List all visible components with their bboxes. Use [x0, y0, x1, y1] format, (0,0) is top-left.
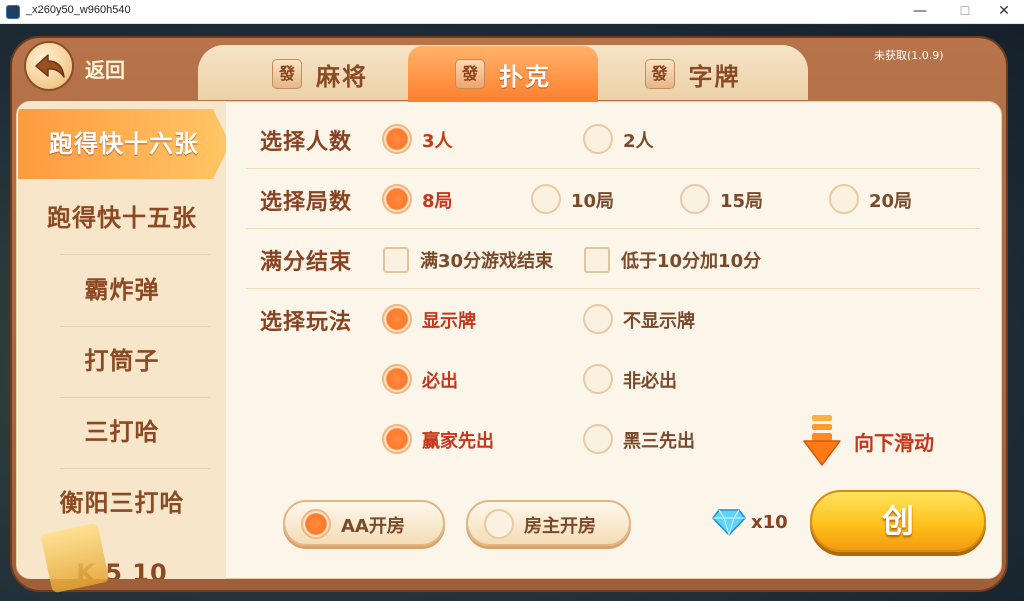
winner-first-label[interactable]: 赢家先出 [422, 427, 494, 453]
back-label[interactable]: 返回 [85, 54, 125, 83]
players-2-label[interactable]: 2人 [623, 127, 654, 153]
full-score-label: 满分结束 [260, 250, 353, 275]
spade-three-first-radio[interactable] [583, 424, 613, 454]
rounds-20-label[interactable]: 20局 [869, 187, 912, 213]
minimize-button[interactable]: — [900, 0, 940, 24]
mahjong-tile-icon: 發 [455, 59, 485, 89]
close-button[interactable]: ✕ [984, 0, 1024, 24]
tab-label: 扑克 [499, 62, 551, 91]
rounds-8-label[interactable]: 8局 [422, 187, 453, 213]
aa-room-option[interactable]: AA开房 [283, 500, 445, 546]
scroll-down-arrow-icon [803, 415, 841, 466]
hide-cards-radio[interactable] [583, 304, 613, 334]
optional-play-radio[interactable] [583, 364, 613, 394]
diamond-icon [712, 509, 746, 536]
sidebar-item-sandaha[interactable]: 三打哈 [18, 397, 226, 467]
tab-zipai[interactable]: 發 字牌 [625, 46, 760, 102]
winner-first-radio[interactable] [382, 424, 412, 454]
sidebar-item-paodekuai-16[interactable]: 跑得快十六张 [18, 109, 226, 179]
option-divider [246, 228, 980, 229]
option-divider [246, 168, 980, 169]
maximize-button[interactable]: ☐ [945, 0, 985, 24]
create-room-button[interactable]: 创 [810, 490, 986, 552]
mahjong-tile-icon: 發 [272, 59, 302, 89]
end-at-30-label[interactable]: 满30分游戏结束 [420, 247, 553, 273]
rounds-label: 选择局数 [260, 190, 353, 215]
sidebar-item-paodekuai-15[interactable]: 跑得快十五张 [18, 183, 226, 253]
host-room-option[interactable]: 房主开房 [466, 500, 631, 546]
players-3-radio[interactable] [382, 124, 412, 154]
hide-cards-label[interactable]: 不显示牌 [623, 307, 695, 333]
aa-room-label: AA开房 [341, 516, 405, 537]
play-mode-label: 选择玩法 [260, 310, 353, 335]
aa-room-radio[interactable] [301, 509, 331, 539]
spade-three-first-label[interactable]: 黑三先出 [623, 427, 695, 453]
window-title: _x260y50_w960h540 [26, 4, 131, 16]
gold-ingot-decoration [40, 522, 110, 594]
show-cards-label[interactable]: 显示牌 [422, 307, 476, 333]
show-cards-radio[interactable] [382, 304, 412, 334]
optional-play-label[interactable]: 非必出 [623, 367, 677, 393]
window-titlebar: _x260y50_w960h540 — ☐ ✕ [0, 0, 1024, 24]
rounds-20-radio[interactable] [829, 184, 859, 214]
rounds-10-radio[interactable] [531, 184, 561, 214]
app-icon [6, 5, 20, 19]
version-label: 未获取(1.0.9) [874, 49, 944, 62]
option-divider [246, 288, 980, 289]
host-room-label: 房主开房 [524, 516, 596, 537]
scroll-hint: 向下滑动 [854, 431, 934, 455]
back-arrow-icon [35, 54, 65, 78]
tab-mahjong[interactable]: 發 麻将 [255, 46, 385, 102]
plus-10-label[interactable]: 低于10分加10分 [621, 247, 761, 273]
rounds-10-label[interactable]: 10局 [571, 187, 614, 213]
rounds-15-label[interactable]: 15局 [720, 187, 763, 213]
sidebar-item-datongzi[interactable]: 打筒子 [18, 326, 226, 396]
must-play-label[interactable]: 必出 [422, 367, 458, 393]
tab-label: 字牌 [688, 62, 741, 91]
sidebar-item-bazhadan[interactable]: 霸炸弹 [18, 255, 226, 325]
mahjong-tile-icon: 發 [644, 59, 675, 89]
tab-label: 麻将 [316, 62, 368, 91]
players-2-radio[interactable] [583, 124, 613, 154]
rounds-8-radio[interactable] [382, 184, 412, 214]
players-label: 选择人数 [260, 130, 353, 155]
back-button[interactable] [24, 41, 74, 91]
must-play-radio[interactable] [382, 364, 412, 394]
sidebar-item-hengyang-sandaha[interactable]: 衡阳三打哈 [18, 468, 226, 538]
tab-poker[interactable]: 發 扑克 [408, 46, 598, 102]
rounds-15-radio[interactable] [680, 184, 710, 214]
game-type-sidebar[interactable]: 跑得快十六张 跑得快十五张 霸炸弹 打筒子 三打哈 衡阳三打哈 K 5 10 [18, 101, 226, 579]
players-3-label[interactable]: 3人 [422, 127, 453, 153]
end-at-30-checkbox[interactable] [383, 247, 409, 273]
plus-10-checkbox[interactable] [584, 247, 610, 273]
diamond-cost: x10 [751, 512, 788, 533]
host-room-radio[interactable] [484, 509, 514, 539]
